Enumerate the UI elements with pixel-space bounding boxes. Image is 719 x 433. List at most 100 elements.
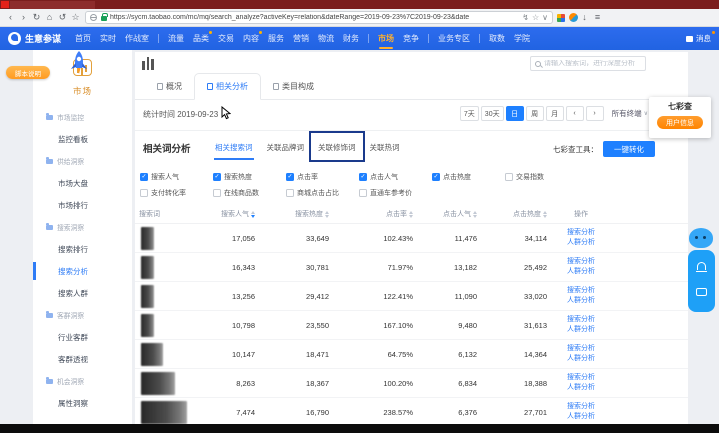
tab-类目构成[interactable]: 类目构成 — [261, 73, 326, 99]
rocket-icon[interactable] — [66, 50, 92, 81]
sidebar-item-市场大盘[interactable]: 市场大盘 — [33, 172, 132, 194]
nav-item-交易[interactable]: 交易 — [218, 27, 234, 50]
sort-icon[interactable] — [473, 211, 477, 218]
row-action-link-搜索分析[interactable]: 搜索分析 — [559, 315, 603, 325]
nav-item-内容[interactable]: 内容 — [243, 27, 259, 50]
checkbox-交易指数[interactable] — [505, 173, 513, 181]
nav-item-竞争[interactable]: 竞争 — [403, 27, 419, 50]
sidebar-group-市场监控[interactable]: 市场监控 — [33, 106, 132, 128]
metric-在线商品数[interactable]: 在线商品数 — [213, 188, 286, 198]
row-action-link-搜索分析[interactable]: 搜索分析 — [559, 286, 603, 296]
profile-badge-icon[interactable] — [569, 13, 578, 22]
subtab-关联品牌词[interactable]: 关联品牌词 — [260, 139, 312, 156]
star-icon[interactable]: ☆ — [532, 13, 539, 22]
mascot-icon[interactable] — [688, 226, 714, 250]
script-badge[interactable]: 脚本说明 — [6, 66, 50, 79]
nav-item-营销[interactable]: 营销 — [293, 27, 309, 50]
checkbox-点击率[interactable]: ✓ — [286, 173, 294, 181]
sidebar-item-搜索人群[interactable]: 搜索人群 — [33, 282, 132, 304]
tab-概况[interactable]: 概况 — [145, 73, 194, 99]
nav-item-首页[interactable]: 首页 — [75, 27, 91, 50]
nav-item-取数[interactable]: 取数 — [489, 27, 505, 50]
sidebar-group-搜索洞察[interactable]: 搜索洞察 — [33, 216, 132, 238]
metric-点击人气[interactable]: ✓点击人气 — [359, 172, 432, 182]
nav-item-物流[interactable]: 物流 — [318, 27, 334, 50]
browser-tab[interactable] — [10, 1, 95, 9]
sidebar-item-客群透视[interactable]: 客群透视 — [33, 348, 132, 370]
sidebar-item-搜索排行[interactable]: 搜索排行 — [33, 238, 132, 260]
row-action-link-人群分析[interactable]: 人群分析 — [559, 238, 603, 248]
checkbox-在线商品数[interactable] — [213, 189, 221, 197]
home-button[interactable]: ⌂ — [43, 13, 56, 22]
back-button[interactable]: ‹ — [4, 13, 17, 22]
tab-相关分析[interactable]: 相关分析 — [194, 73, 261, 100]
row-action-link-人群分析[interactable]: 人群分析 — [559, 296, 603, 306]
row-action-link-人群分析[interactable]: 人群分析 — [559, 383, 603, 393]
metric-搜索人气[interactable]: ✓搜索人气 — [140, 172, 213, 182]
nav-item-财务[interactable]: 财务 — [343, 27, 359, 50]
sidebar-item-搜索分析[interactable]: 搜索分析 — [33, 260, 132, 282]
checkbox-点击人气[interactable]: ✓ — [359, 173, 367, 181]
row-action-link-搜索分析[interactable]: 搜索分析 — [559, 373, 603, 383]
metric-搜索热度[interactable]: ✓搜索热度 — [213, 172, 286, 182]
date-button-月[interactable]: 月 — [546, 106, 564, 121]
sidebar-group-机会洞察[interactable]: 机会洞察 — [33, 370, 132, 392]
nav-item-实时[interactable]: 实时 — [100, 27, 116, 50]
date-button-›[interactable]: › — [586, 106, 604, 121]
metric-交易指数[interactable]: 交易指数 — [505, 172, 578, 182]
date-button-日[interactable]: 日 — [506, 106, 524, 121]
terminal-dropdown[interactable]: 所有终端∨ — [612, 108, 648, 119]
row-action-link-搜索分析[interactable]: 搜索分析 — [559, 402, 603, 412]
message-link[interactable]: 消息 — [696, 33, 711, 44]
row-action-link-搜索分析[interactable]: 搜索分析 — [559, 228, 603, 238]
row-action-link-搜索分析[interactable]: 搜索分析 — [559, 344, 603, 354]
sidebar-group-供给洞察[interactable]: 供给洞察 — [33, 150, 132, 172]
sort-icon[interactable] — [325, 211, 329, 218]
search-input[interactable] — [544, 60, 641, 67]
forward-button[interactable]: › — [17, 13, 30, 22]
user-info-button[interactable]: 用户信息 — [657, 116, 703, 129]
chat-icon[interactable] — [696, 288, 707, 296]
checkbox-支付转化率[interactable] — [140, 189, 148, 197]
nav-item-作战室[interactable]: 作战室 — [125, 27, 149, 50]
column-header-点击率[interactable]: 点击率 — [341, 209, 413, 219]
checkbox-点击热度[interactable]: ✓ — [432, 173, 440, 181]
keyword-search-box[interactable] — [530, 56, 646, 71]
row-action-link-搜索分析[interactable]: 搜索分析 — [559, 257, 603, 267]
brand-title[interactable]: 生意参谋 — [25, 32, 61, 45]
subtab-关联修饰词[interactable]: 关联修饰词 — [311, 139, 363, 156]
nav-item-学院[interactable]: 学院 — [514, 27, 530, 50]
subtab-相关搜索词[interactable]: 相关搜索词 — [208, 139, 260, 156]
metric-直通车参考价[interactable]: 直通车参考价 — [359, 188, 432, 198]
url-text[interactable]: https://sycm.taobao.com/mc/mq/search_ana… — [110, 14, 519, 21]
nav-item-服务[interactable]: 服务 — [268, 27, 284, 50]
column-header-点击热度[interactable]: 点击热度 — [481, 209, 547, 219]
sidebar-item-市场排行[interactable]: 市场排行 — [33, 194, 132, 216]
sidebar-item-属性洞察[interactable]: 属性洞察 — [33, 392, 132, 414]
nav-item-流量[interactable]: 流量 — [168, 27, 184, 50]
refresh-button[interactable]: ↻ — [30, 13, 43, 22]
date-button-周[interactable]: 周 — [526, 106, 544, 121]
download-icon[interactable]: ↓ — [578, 13, 591, 22]
row-action-link-人群分析[interactable]: 人群分析 — [559, 267, 603, 277]
column-header-点击人气[interactable]: 点击人气 — [411, 209, 477, 219]
url-bar[interactable]: https://sycm.taobao.com/mc/mq/search_ana… — [85, 11, 553, 24]
column-header-搜索热度[interactable]: 搜索热度 — [265, 209, 329, 219]
checkbox-搜索人气[interactable]: ✓ — [140, 173, 148, 181]
one-key-convert-button[interactable]: 一键转化 — [603, 141, 655, 157]
metric-点击率[interactable]: ✓点击率 — [286, 172, 359, 182]
nav-item-业务专区[interactable]: 业务专区 — [438, 27, 470, 50]
sidebar-item-行业客群[interactable]: 行业客群 — [33, 326, 132, 348]
checkbox-直通车参考价[interactable] — [359, 189, 367, 197]
row-action-link-人群分析[interactable]: 人群分析 — [559, 412, 603, 422]
history-button[interactable]: ↺ — [56, 13, 69, 22]
metric-点击热度[interactable]: ✓点击热度 — [432, 172, 505, 182]
checkbox-搜索热度[interactable]: ✓ — [213, 173, 221, 181]
sidebar-item-监控看板[interactable]: 监控看板 — [33, 128, 132, 150]
checkbox-商城点击占比[interactable] — [286, 189, 294, 197]
extensions-grid-icon[interactable] — [557, 14, 565, 22]
nav-item-市场[interactable]: 市场 — [378, 27, 394, 50]
flash-icon[interactable]: ↯ — [522, 13, 529, 22]
date-button-7天[interactable]: 7天 — [460, 106, 479, 121]
sidebar-group-客群洞察[interactable]: 客群洞察 — [33, 304, 132, 326]
